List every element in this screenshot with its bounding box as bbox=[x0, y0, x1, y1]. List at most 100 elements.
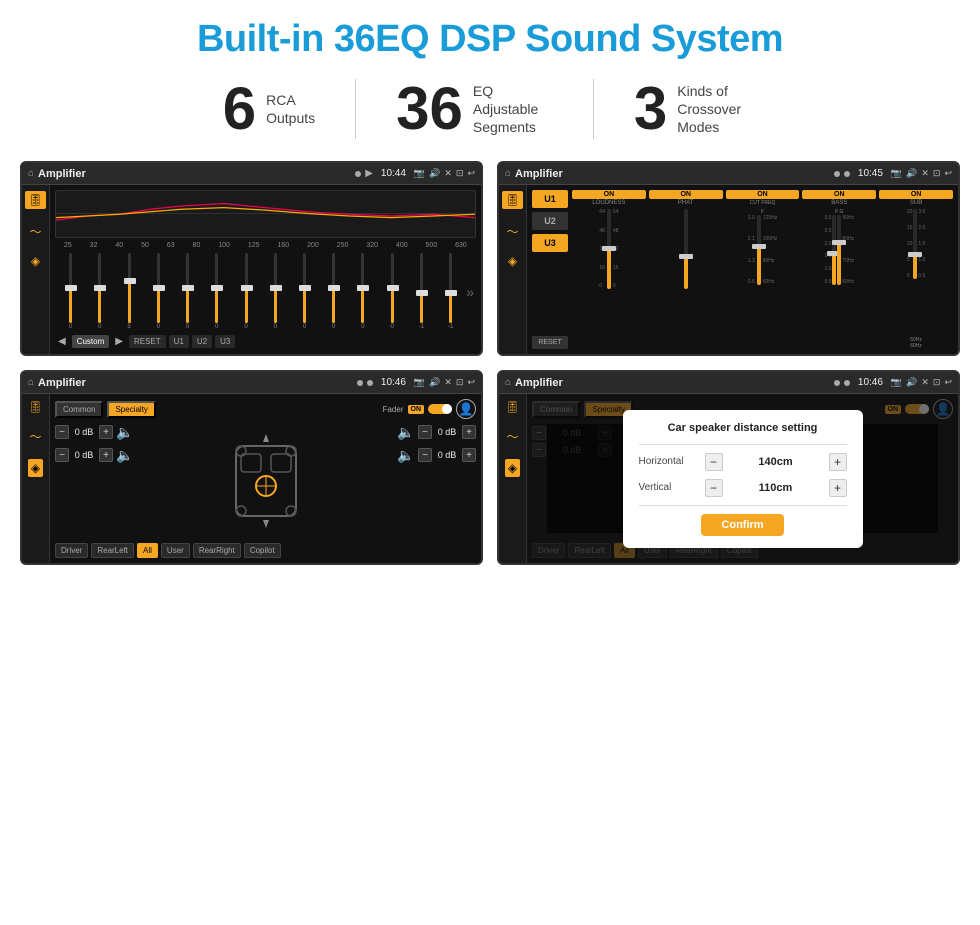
home-icon-3[interactable]: ⌂ bbox=[28, 377, 34, 388]
eq-slider-10[interactable]: 0 bbox=[349, 253, 376, 330]
mixer-u2-btn[interactable]: U2 bbox=[532, 212, 568, 230]
volume-icon[interactable]: 🔊 bbox=[429, 168, 440, 179]
fader-rr-minus[interactable]: − bbox=[418, 448, 432, 462]
fader-user-btn[interactable]: User bbox=[161, 543, 190, 558]
home-icon-4[interactable]: ⌂ bbox=[505, 377, 511, 388]
eq-u2-btn[interactable]: U2 bbox=[192, 335, 212, 348]
speaker-sidebar-icon[interactable]: ◈ bbox=[31, 254, 40, 268]
camera-icon-4[interactable]: 📷 bbox=[891, 377, 902, 388]
eq-sidebar-icon-4[interactable]: 🎚 bbox=[505, 400, 520, 414]
close-icon[interactable]: ✕ bbox=[444, 168, 452, 179]
play-icon[interactable]: ▶ bbox=[365, 168, 373, 179]
speaker-sidebar-icon-4[interactable]: ◈ bbox=[505, 459, 520, 477]
close-icon-3[interactable]: ✕ bbox=[444, 377, 452, 388]
eq-slider-4[interactable]: 0 bbox=[174, 253, 201, 330]
eq-slider-13[interactable]: -1 bbox=[437, 253, 464, 330]
fader-specialty-tab[interactable]: Specialty bbox=[107, 401, 155, 418]
fader-rr-plus[interactable]: + bbox=[462, 448, 476, 462]
stat-rca: 6 RCAOutputs bbox=[183, 79, 355, 139]
eq-sidebar-icon[interactable]: 🎚 bbox=[25, 191, 46, 209]
eq-slider-12[interactable]: -1 bbox=[408, 253, 435, 330]
vertical-minus-btn[interactable]: − bbox=[705, 479, 723, 497]
eq-reset-btn[interactable]: RESET bbox=[129, 335, 166, 348]
close-icon-2[interactable]: ✕ bbox=[921, 168, 929, 179]
cutfreq-on-badge: ON bbox=[726, 190, 800, 199]
eq-slider-6[interactable]: 0 bbox=[232, 253, 259, 330]
fader-fl-plus[interactable]: + bbox=[99, 425, 113, 439]
fader-all-btn[interactable]: All bbox=[137, 543, 158, 558]
eq-slider-1[interactable]: 0 bbox=[86, 253, 113, 330]
screen4-toggle[interactable] bbox=[905, 404, 929, 414]
fader-common-tab[interactable]: Common bbox=[55, 401, 103, 418]
screen4-avatar[interactable]: 👤 bbox=[933, 399, 953, 419]
eq-slider-5[interactable]: 0 bbox=[203, 253, 230, 330]
eq-sidebar-icon-2[interactable]: 🎚 bbox=[502, 191, 523, 209]
fader-copilot-btn[interactable]: Copilot bbox=[244, 543, 281, 558]
cutfreq-track[interactable] bbox=[757, 215, 761, 285]
fader-avatar[interactable]: 👤 bbox=[456, 399, 476, 419]
fader-rl-plus[interactable]: + bbox=[99, 448, 113, 462]
home-icon-2[interactable]: ⌂ bbox=[505, 168, 511, 179]
home-icon[interactable]: ⌂ bbox=[28, 168, 34, 179]
square-icon[interactable]: ⊡ bbox=[456, 168, 464, 179]
eq-slider-8[interactable]: 0 bbox=[291, 253, 318, 330]
horizontal-plus-btn[interactable]: + bbox=[829, 453, 847, 471]
mixer-u1-btn[interactable]: U1 bbox=[532, 190, 568, 208]
fader-fr-minus[interactable]: − bbox=[418, 425, 432, 439]
fader-toggle[interactable] bbox=[428, 404, 452, 414]
fader-driver-btn[interactable]: Driver bbox=[55, 543, 88, 558]
close-icon-4[interactable]: ✕ bbox=[921, 377, 929, 388]
square-icon-4[interactable]: ⊡ bbox=[933, 377, 941, 388]
bass-track-f[interactable] bbox=[832, 215, 836, 285]
mixer-reset-btn[interactable]: RESET bbox=[532, 336, 568, 349]
camera-icon-3[interactable]: 📷 bbox=[414, 377, 425, 388]
back-icon-4[interactable]: ↩ bbox=[944, 377, 952, 388]
fader-fl-minus[interactable]: − bbox=[55, 425, 69, 439]
eq-slider-11[interactable]: 0 bbox=[379, 253, 406, 330]
phat-track[interactable] bbox=[684, 209, 688, 289]
eq-prev-btn[interactable]: ◀ bbox=[58, 336, 66, 347]
fader-db-row-2: − 0 dB + 🔈 bbox=[55, 445, 135, 465]
eq-next-btn[interactable]: ▶ bbox=[115, 336, 123, 347]
screen4-common-tab[interactable]: Common bbox=[532, 401, 580, 418]
fader-rearleft-btn[interactable]: RearLeft bbox=[91, 543, 134, 558]
camera-icon-2[interactable]: 📷 bbox=[891, 168, 902, 179]
dialog-confirm-button[interactable]: Confirm bbox=[701, 514, 783, 536]
wave-sidebar-icon-2[interactable]: 〜 bbox=[506, 223, 518, 240]
camera-icon[interactable]: 📷 bbox=[414, 168, 425, 179]
bass-track-g[interactable] bbox=[837, 215, 841, 285]
square-icon-3[interactable]: ⊡ bbox=[456, 377, 464, 388]
fader-rl-minus[interactable]: − bbox=[55, 448, 69, 462]
speaker-sidebar-icon-2[interactable]: ◈ bbox=[508, 254, 517, 268]
square-icon-2[interactable]: ⊡ bbox=[933, 168, 941, 179]
wave-sidebar-icon[interactable]: 〜 bbox=[29, 223, 41, 240]
eq-u1-btn[interactable]: U1 bbox=[169, 335, 189, 348]
fader-rearright-btn[interactable]: RearRight bbox=[193, 543, 241, 558]
vertical-plus-btn[interactable]: + bbox=[829, 479, 847, 497]
back-icon-2[interactable]: ↩ bbox=[944, 168, 952, 179]
cutfreq-label: CUT FREQ bbox=[750, 200, 775, 206]
mixer-u3-btn[interactable]: U3 bbox=[532, 234, 568, 252]
eq-sidebar-icon-3[interactable]: 🎚 bbox=[28, 400, 43, 414]
eq-slider-0[interactable]: 0 bbox=[57, 253, 84, 330]
back-icon-3[interactable]: ↩ bbox=[467, 377, 475, 388]
eq-slider-3[interactable]: 0 bbox=[145, 253, 172, 330]
eq-preset-custom[interactable]: Custom bbox=[72, 335, 110, 348]
volume-icon-2[interactable]: 🔊 bbox=[906, 168, 917, 179]
speaker-sidebar-icon-3[interactable]: ◈ bbox=[28, 459, 43, 477]
eq-slider-9[interactable]: 0 bbox=[320, 253, 347, 330]
freq-80: 80 bbox=[193, 242, 201, 249]
eq-slider-2[interactable]: 5 bbox=[115, 253, 142, 330]
eq-u3-btn[interactable]: U3 bbox=[215, 335, 235, 348]
back-icon[interactable]: ↩ bbox=[467, 168, 475, 179]
sub-track[interactable] bbox=[913, 209, 917, 279]
eq-nav-right[interactable]: » bbox=[466, 284, 474, 300]
eq-slider-7[interactable]: 0 bbox=[262, 253, 289, 330]
volume-icon-4[interactable]: 🔊 bbox=[906, 377, 917, 388]
horizontal-minus-btn[interactable]: − bbox=[705, 453, 723, 471]
volume-icon-3[interactable]: 🔊 bbox=[429, 377, 440, 388]
wave-sidebar-icon-3[interactable]: 〜 bbox=[29, 428, 41, 445]
fader-fr-plus[interactable]: + bbox=[462, 425, 476, 439]
loudness-track[interactable] bbox=[607, 209, 611, 289]
wave-sidebar-icon-4[interactable]: 〜 bbox=[506, 428, 518, 445]
